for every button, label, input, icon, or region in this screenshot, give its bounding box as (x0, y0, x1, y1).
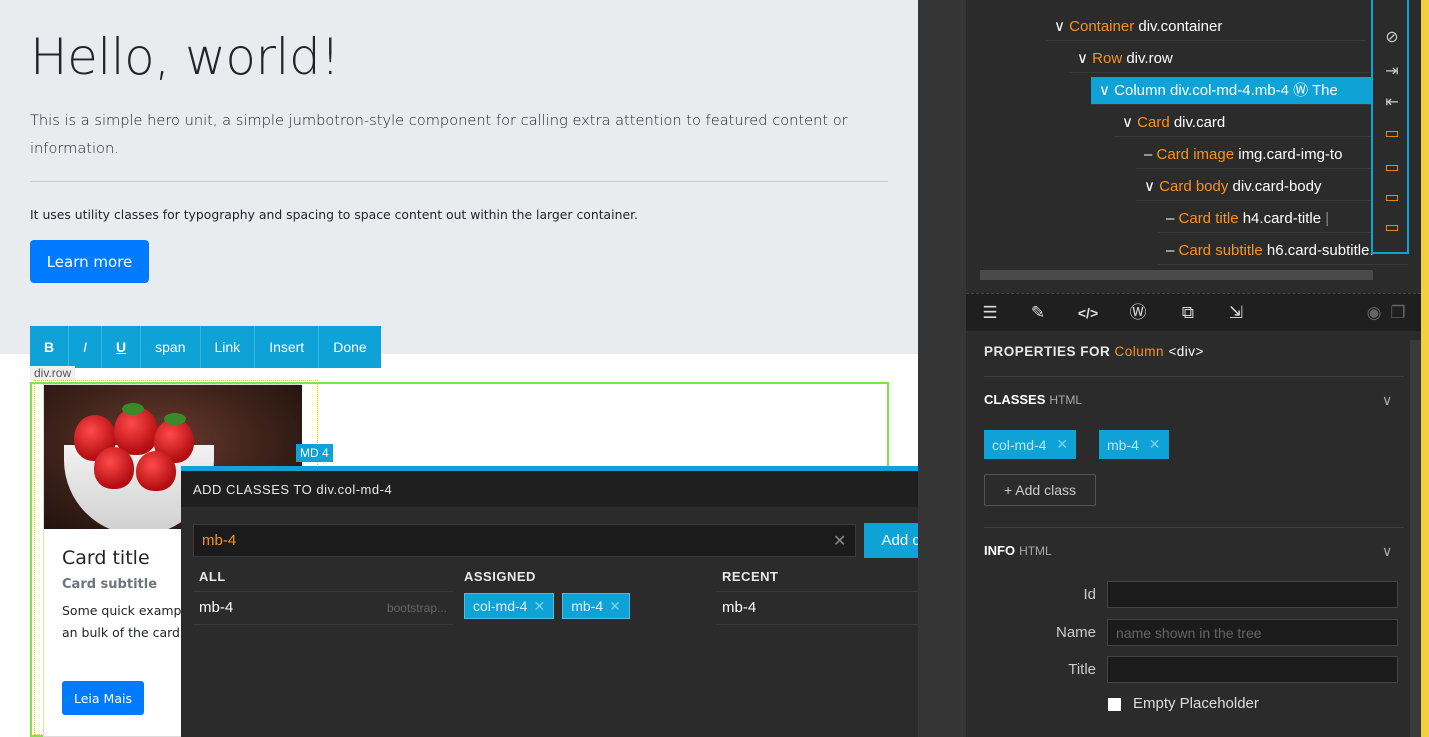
empty-placeholder-checkbox[interactable] (1108, 698, 1121, 711)
dialog-title: ADD CLASSES TO div.col-md-4 (193, 482, 393, 497)
chevron-down-icon[interactable]: ∨ (1382, 543, 1392, 560)
assigned-tag[interactable]: col-md-4 ✕ (464, 593, 555, 619)
name-input[interactable]: name shown in the tree (1107, 619, 1398, 646)
section-divider (984, 527, 1404, 528)
wordpress-icon[interactable]: Ⓦ (1126, 302, 1150, 324)
remove-icon[interactable]: ✕ (1145, 436, 1161, 453)
component-icon[interactable]: ⧉ (1176, 302, 1200, 324)
hero-lead[interactable]: This is a simple hero unit, a simple jum… (30, 107, 890, 163)
span-button[interactable]: span (141, 326, 201, 368)
section-divider (984, 376, 1404, 377)
tree-item-card-body[interactable]: ∨ Card body div.card-body (1136, 173, 1376, 201)
strawberry-shape (94, 447, 134, 489)
assigned-list: col-md-4 ✕ mb-4 ✕ (464, 593, 638, 619)
empty-placeholder-label: Empty Placeholder (1133, 695, 1259, 712)
wrap-before-icon[interactable]: ▭ (1381, 186, 1403, 208)
tree-item-card[interactable]: ∨ Card div.card (1114, 109, 1374, 137)
title-label: Title (1068, 661, 1096, 678)
italic-button[interactable]: I (69, 326, 103, 368)
indent-icon[interactable]: ⇥ (1381, 60, 1403, 82)
hero-paragraph[interactable]: It uses utility classes for typography a… (30, 207, 638, 222)
right-panel: ∨ Container div.container ∨ Row div.row … (966, 0, 1429, 737)
code-icon[interactable]: </> (1076, 302, 1100, 324)
panel-tabbar: ☰ ✎ </> Ⓦ ⧉ ⇲ ◉ ❐ (966, 293, 1421, 331)
classes-section-title[interactable]: CLASSES HTML (984, 392, 1082, 407)
eye-slash-icon[interactable]: ⊘ (1381, 26, 1403, 48)
hero-title[interactable]: Hello, world! (30, 30, 340, 85)
card-title[interactable]: Card title (62, 547, 150, 569)
class-tag-mb-4[interactable]: mb-4 ✕ (1099, 430, 1169, 459)
insert-button[interactable]: Insert (255, 326, 320, 368)
column-size-label[interactable]: MD 4 (296, 444, 333, 462)
undock-icon[interactable]: ❐ (1386, 302, 1410, 324)
add-classes-dialog: ADD CLASSES TO div.col-md-4 ✕ mb-4 ✕ Add… (181, 466, 977, 737)
leia-mais-button[interactable]: Leia Mais (62, 681, 144, 715)
tree-scrollbar[interactable] (980, 270, 1373, 280)
brush-icon[interactable]: ✎ (1026, 302, 1050, 324)
tree-side-toolbar: ⊘ ⇥ ⇤ ▭ ▭ ▭ ▭ (1371, 0, 1409, 254)
dialog-header: ADD CLASSES TO div.col-md-4 ✕ (181, 471, 977, 507)
class-source: bootstrap... (386, 601, 447, 615)
chevron-down-icon[interactable]: ∨ (1382, 392, 1392, 409)
underline-button[interactable]: U (102, 326, 142, 368)
class-input[interactable]: mb-4 (193, 524, 856, 557)
done-button[interactable]: Done (319, 326, 380, 368)
tag-label: mb-4 (571, 598, 604, 614)
learn-more-button[interactable]: Learn more (30, 240, 149, 283)
tag-label: col-md-4 (473, 598, 528, 614)
strawberry-shape (136, 451, 176, 491)
rich-text-toolbar: B I U span Link Insert Done (30, 326, 381, 368)
eye-icon[interactable]: ◉ (1362, 302, 1386, 324)
tree-item-column[interactable]: ∨ Column div.col-md-4.mb-4 Ⓦ The (1091, 77, 1376, 105)
clear-icon[interactable]: ✕ (833, 531, 846, 551)
leaf-shape (122, 403, 144, 415)
remove-icon[interactable]: ✕ (609, 598, 621, 615)
bold-button[interactable]: B (30, 326, 70, 368)
window-edge (1421, 0, 1429, 737)
wrap-after-icon[interactable]: ▭ (1381, 216, 1403, 238)
row-label: div.row (30, 366, 76, 380)
remove-icon[interactable]: ✕ (533, 598, 545, 615)
class-name: mb-4 (199, 599, 234, 616)
id-label: Id (1083, 586, 1096, 603)
export-icon[interactable]: ⇲ (1224, 302, 1248, 324)
tree-item-row[interactable]: ∨ Row div.row (1069, 45, 1369, 73)
card-subtitle[interactable]: Card subtitle (62, 577, 157, 592)
element-tree: ∨ Container div.container ∨ Row div.row … (966, 0, 1410, 285)
remove-icon[interactable]: ✕ (1052, 436, 1068, 453)
name-label: Name (1055, 624, 1096, 641)
id-input[interactable] (1107, 581, 1398, 608)
class-name: mb-4 (722, 599, 757, 616)
title-input[interactable] (1107, 656, 1398, 683)
wrap-bottom-icon[interactable]: ▭ (1381, 156, 1403, 178)
link-button[interactable]: Link (201, 326, 256, 368)
info-section-title[interactable]: INFO HTML (984, 543, 1052, 558)
panel-scrollbar[interactable] (1410, 340, 1421, 737)
all-header: ALL (199, 569, 226, 584)
assigned-tag[interactable]: mb-4 ✕ (562, 593, 630, 619)
all-list-item[interactable]: mb-4 bootstrap... (193, 591, 453, 625)
properties-header: PROPERTIES FOR Column <div> (984, 344, 1204, 359)
jumbotron[interactable]: Hello, world! This is a simple hero unit… (0, 0, 918, 354)
panel-separator (918, 0, 966, 737)
tree-item-card-image[interactable]: – Card image img.card-img-to (1136, 141, 1376, 169)
divider (30, 181, 888, 182)
leaf-shape (164, 413, 186, 425)
recent-header: RECENT (722, 569, 779, 584)
outdent-icon[interactable]: ⇤ (1381, 91, 1403, 113)
sliders-icon[interactable]: ☰ (978, 302, 1002, 324)
assigned-header: ASSIGNED (464, 569, 536, 584)
tree-item-container[interactable]: ∨ Container div.container (1046, 13, 1366, 41)
add-class-button[interactable]: + Add class (984, 474, 1096, 506)
class-tag-col-md-4[interactable]: col-md-4 ✕ (984, 430, 1077, 459)
wrap-top-icon[interactable]: ▭ (1381, 122, 1403, 144)
tree-item-card-title[interactable]: – Card title h4.card-title | (1158, 205, 1373, 233)
